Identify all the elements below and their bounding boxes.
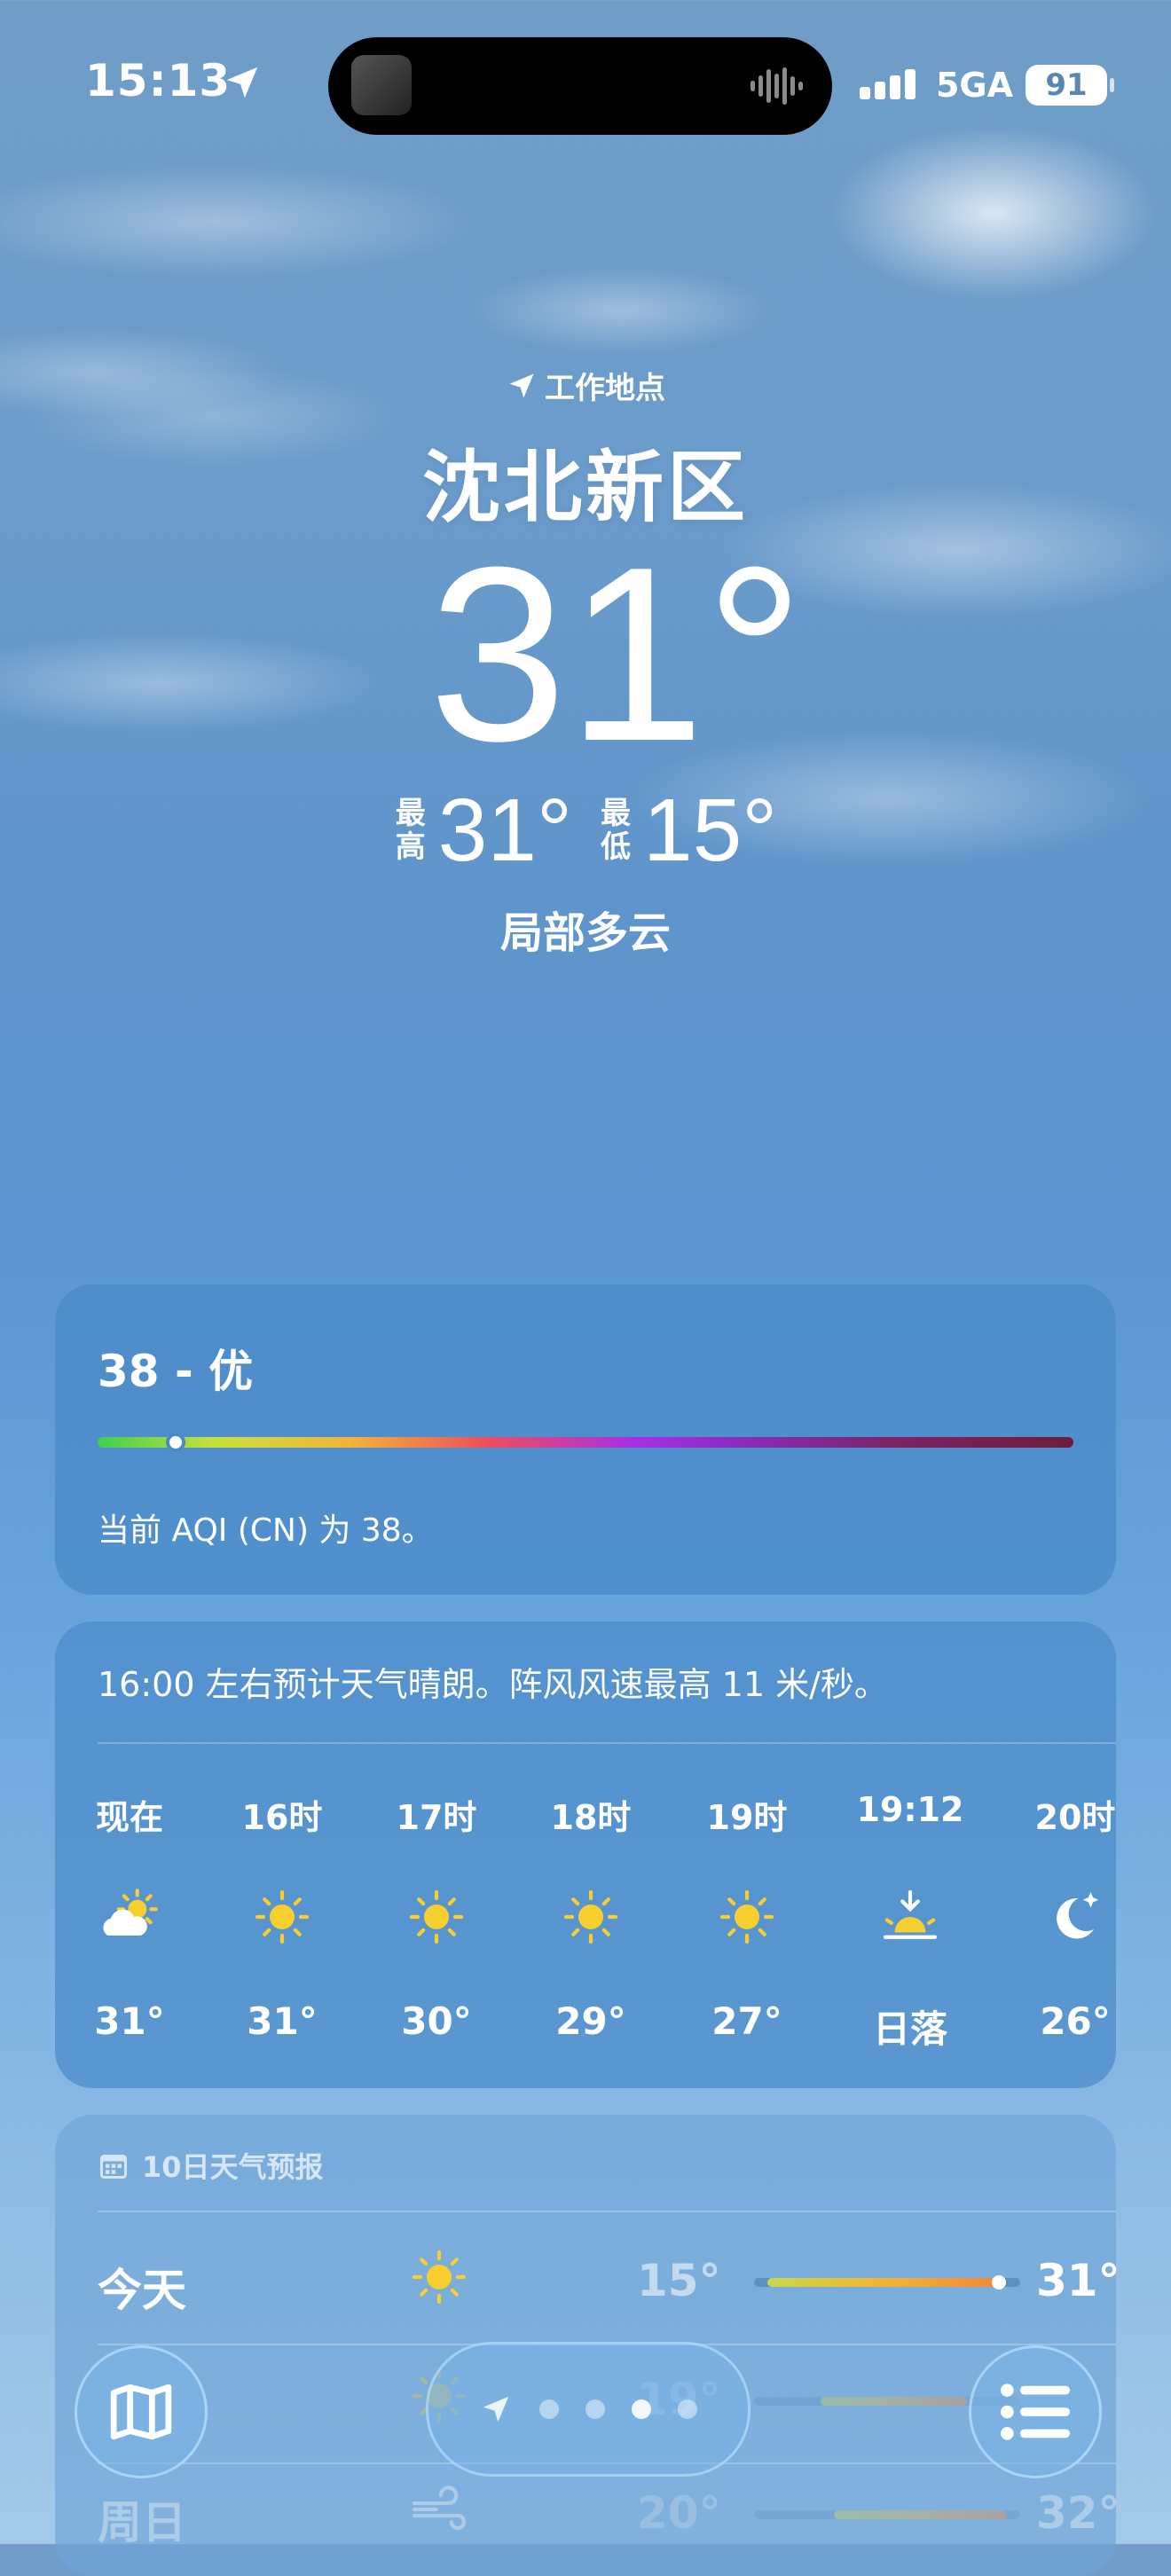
page-dot[interactable]	[678, 2399, 697, 2419]
temp-range-fill	[767, 2278, 999, 2287]
low-temp: 15°	[643, 781, 778, 880]
day-name: 周日	[98, 2497, 186, 2549]
hourly-forecast-card[interactable]: 16:00 左右预计天气晴朗。阵风风速最高 11 米/秒。 现在 31° 16时 …	[55, 1622, 1116, 2088]
cellular-signal-icon	[859, 69, 916, 99]
ten-day-header: 10日天气预报	[98, 2145, 324, 2186]
hour-item: 20时 26°	[1000, 1790, 1151, 2043]
audio-waveform-icon	[751, 67, 803, 105]
hour-item: 19:12 日落	[835, 1790, 986, 2054]
location-label-row: 工作地点	[0, 364, 1171, 407]
hour-temp: 26°	[1040, 1999, 1111, 2043]
location-arrow-icon	[226, 67, 258, 98]
page-indicator[interactable]	[426, 2342, 751, 2477]
high-temp-group: 最高 31°	[394, 786, 572, 875]
page-dot[interactable]	[539, 2399, 559, 2419]
temp-range-fill	[834, 2510, 1007, 2519]
temp-range-fill	[821, 2397, 967, 2406]
hour-temp: 31°	[247, 1999, 318, 2043]
hour-item: 16时 31°	[207, 1790, 358, 2043]
ten-day-title: 10日天气预报	[142, 2150, 324, 2184]
location-list-button[interactable]	[969, 2345, 1102, 2478]
dynamic-island[interactable]	[328, 37, 832, 135]
sun-icon	[560, 1886, 622, 1948]
day-low-temp: 20°	[637, 2487, 721, 2539]
hour-temp: 30°	[401, 1999, 472, 2043]
current-temperature: 31°	[428, 516, 805, 793]
day-name: 今天	[98, 2265, 186, 2316]
location-arrow-icon	[509, 373, 534, 397]
hour-label: 16时	[241, 1798, 323, 1837]
temp-range-bar	[754, 2275, 1020, 2289]
location-label: 工作地点	[545, 371, 665, 406]
weather-condition: 局部多云	[499, 908, 671, 958]
battery-indicator: 91	[1026, 65, 1114, 106]
day-high-temp: 32°	[1036, 2487, 1120, 2539]
now-playing-artwork[interactable]	[351, 55, 412, 115]
sun-icon	[405, 1886, 468, 1948]
day-row[interactable]: 今天 15° 31°	[98, 2246, 1120, 2317]
hour-item: 现在 31°	[54, 1790, 205, 2043]
page-dot[interactable]	[632, 2399, 651, 2419]
temp-range-bar	[754, 2510, 1020, 2519]
hour-label: 19:12	[856, 1790, 964, 1829]
hour-item: 19时 27°	[672, 1790, 822, 2043]
air-quality-card[interactable]: 38 - 优 当前 AQI (CN) 为 38。	[55, 1284, 1116, 1595]
current-weather-header: 工作地点 沈北新区 31° 最高 31° 最低 15° 局部多云	[0, 364, 1171, 960]
high-label: 最高	[395, 796, 426, 865]
hourly-scroll[interactable]: 现在 31° 16时 31° 17时 30° 18时 29° 19时 27° 19:12 …	[55, 1790, 1116, 2056]
hour-label: 18时	[550, 1798, 632, 1837]
hour-item: 18时 29°	[515, 1790, 666, 2043]
day-row[interactable]: 周日 20° 32°	[98, 2478, 1120, 2549]
high-temp: 31°	[437, 781, 572, 880]
day-low-temp: 15°	[637, 2255, 721, 2306]
status-indicators: 5GA 91	[859, 64, 1114, 106]
location-arrow-icon[interactable]	[479, 2392, 513, 2426]
aqi-description: 当前 AQI (CN) 为 38。	[98, 1512, 434, 1549]
aqi-title: 38 - 优	[98, 1346, 254, 1397]
hour-label: 现在	[95, 1798, 163, 1837]
low-temp-group: 最低 15°	[599, 786, 777, 875]
hour-temp: 日落	[872, 2007, 947, 2051]
aqi-scale-bar	[98, 1433, 1073, 1452]
battery-level: 91	[1045, 67, 1088, 103]
divider	[98, 2211, 1116, 2212]
divider	[98, 1742, 1116, 1744]
list-icon	[1001, 2384, 1070, 2440]
status-time: 15:13	[85, 55, 232, 106]
wind-icon	[408, 2478, 470, 2541]
calendar-icon	[100, 2155, 127, 2179]
hour-label: 20时	[1034, 1798, 1116, 1837]
hour-temp: 29°	[555, 1999, 626, 2043]
hour-temp: 27°	[711, 1999, 782, 2043]
partly-cloudy-icon	[98, 1886, 161, 1948]
map-icon	[110, 2384, 172, 2440]
sun-icon	[716, 1886, 778, 1948]
hour-label: 19时	[706, 1798, 788, 1837]
sun-icon	[251, 1886, 313, 1948]
hour-item: 17时 30°	[361, 1790, 512, 2043]
page-dot[interactable]	[586, 2399, 605, 2419]
low-label: 最低	[601, 796, 631, 865]
hour-temp: 31°	[94, 1999, 165, 2043]
page-dots	[539, 2399, 697, 2419]
sunset-icon	[879, 1886, 941, 1948]
map-button[interactable]	[75, 2345, 208, 2478]
hourly-summary: 16:00 左右预计天气晴朗。阵风风速最高 11 米/秒。	[98, 1665, 888, 1704]
high-low-row: 最高 31° 最低 15°	[0, 786, 1171, 875]
aqi-indicator-dot	[166, 1433, 185, 1452]
current-temp-dot	[992, 2275, 1006, 2289]
network-type: 5GA	[935, 66, 1013, 105]
moon-stars-icon	[1044, 1886, 1106, 1948]
hour-label: 17时	[396, 1798, 477, 1837]
day-high-temp: 31°	[1036, 2255, 1120, 2306]
sun-icon	[408, 2246, 470, 2308]
